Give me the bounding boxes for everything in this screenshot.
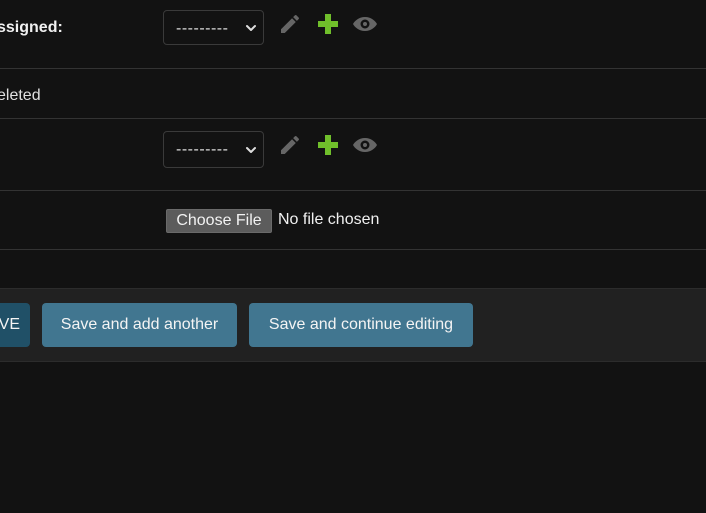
- submit-row: VE Save and add another Save and continu…: [0, 288, 706, 362]
- eye-icon[interactable]: [352, 133, 378, 157]
- related-select[interactable]: ---------: [163, 131, 264, 168]
- assigned-select[interactable]: ---------: [163, 10, 264, 45]
- eye-icon[interactable]: [352, 12, 378, 36]
- form-row-empty: [0, 250, 706, 287]
- pencil-icon[interactable]: [278, 12, 302, 36]
- form-row-assigned: ssigned: ---------: [0, 0, 706, 69]
- assigned-select-value: ---------: [176, 20, 229, 37]
- chevron-down-icon: [246, 147, 256, 153]
- save-button[interactable]: VE: [0, 303, 30, 347]
- save-and-continue-button[interactable]: Save and continue editing: [249, 303, 473, 347]
- choose-file-button[interactable]: Choose File: [166, 209, 272, 233]
- form-row-deleted: eleted: [0, 69, 706, 119]
- plus-icon[interactable]: [316, 12, 340, 36]
- save-and-add-another-button[interactable]: Save and add another: [42, 303, 237, 347]
- chevron-down-icon: [246, 25, 256, 31]
- file-status-text: No file chosen: [278, 211, 380, 228]
- deleted-label: eleted: [0, 87, 41, 104]
- assigned-label: ssigned:: [0, 19, 63, 36]
- form-row-file: Choose File No file chosen: [0, 191, 706, 250]
- pencil-icon[interactable]: [278, 133, 302, 157]
- change-form-page: ssigned: --------- eleted --------- Choo…: [0, 0, 706, 513]
- plus-icon[interactable]: [316, 133, 340, 157]
- related-select-value: ---------: [176, 141, 229, 158]
